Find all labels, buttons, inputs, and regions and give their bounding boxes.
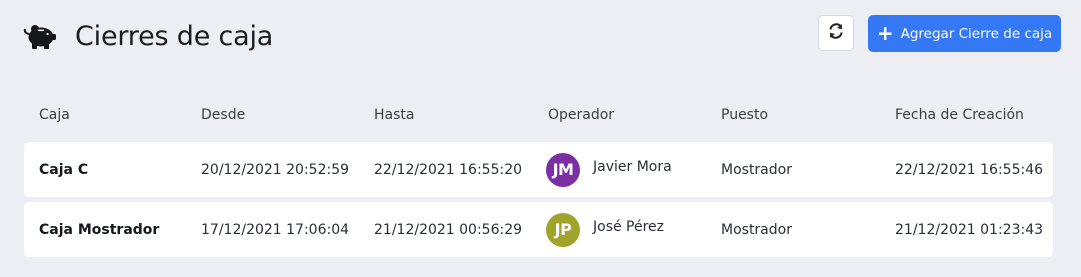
column-header-puesto[interactable]: Puesto [721, 107, 768, 123]
refresh-button[interactable] [818, 15, 854, 51]
cell-operador: JP José Pérez [546, 202, 664, 257]
operador-name: José Pérez [593, 218, 665, 235]
page-title: Cierres de caja [75, 20, 274, 52]
add-cierre-button[interactable]: + Agregar Cierre de caja [868, 15, 1061, 52]
cell-operador: JM Javier Mora [546, 142, 672, 197]
piggy-bank-icon [22, 20, 58, 52]
column-header-caja[interactable]: Caja [39, 107, 70, 123]
cell-hasta: 22/12/2021 16:55:20 [374, 161, 523, 178]
cell-desde: 20/12/2021 20:52:59 [201, 161, 350, 178]
column-header-fecha-creacion[interactable]: Fecha de Creación [895, 107, 1024, 123]
table-row[interactable]: Caja Mostrador 17/12/2021 17:06:04 21/12… [24, 202, 1053, 257]
cell-puesto: Mostrador [721, 161, 792, 178]
operador-name: Javier Mora [593, 158, 672, 175]
avatar: JM [546, 152, 580, 187]
cell-puesto: Mostrador [721, 221, 792, 238]
avatar: JP [546, 212, 580, 247]
cell-fecha-creacion: 22/12/2021 16:55:46 [895, 161, 1044, 178]
refresh-icon [828, 23, 844, 43]
title-group: Cierres de caja [22, 20, 273, 52]
cell-hasta: 21/12/2021 00:56:29 [374, 221, 523, 238]
table-row[interactable]: Caja C 20/12/2021 20:52:59 22/12/2021 16… [24, 142, 1053, 197]
cell-fecha-creacion: 21/12/2021 01:23:43 [895, 221, 1044, 238]
column-header-desde[interactable]: Desde [201, 107, 245, 123]
cell-caja: Caja C [39, 161, 89, 178]
column-header-operador[interactable]: Operador [548, 107, 614, 123]
cell-desde: 17/12/2021 17:06:04 [201, 221, 350, 238]
page-header: Cierres de caja + Agregar Cierre de caja [0, 0, 1081, 80]
cell-caja: Caja Mostrador [39, 221, 160, 238]
column-header-hasta[interactable]: Hasta [374, 107, 414, 123]
plus-icon: + [876, 20, 894, 45]
add-cierre-label: Agregar Cierre de caja [900, 25, 1053, 42]
